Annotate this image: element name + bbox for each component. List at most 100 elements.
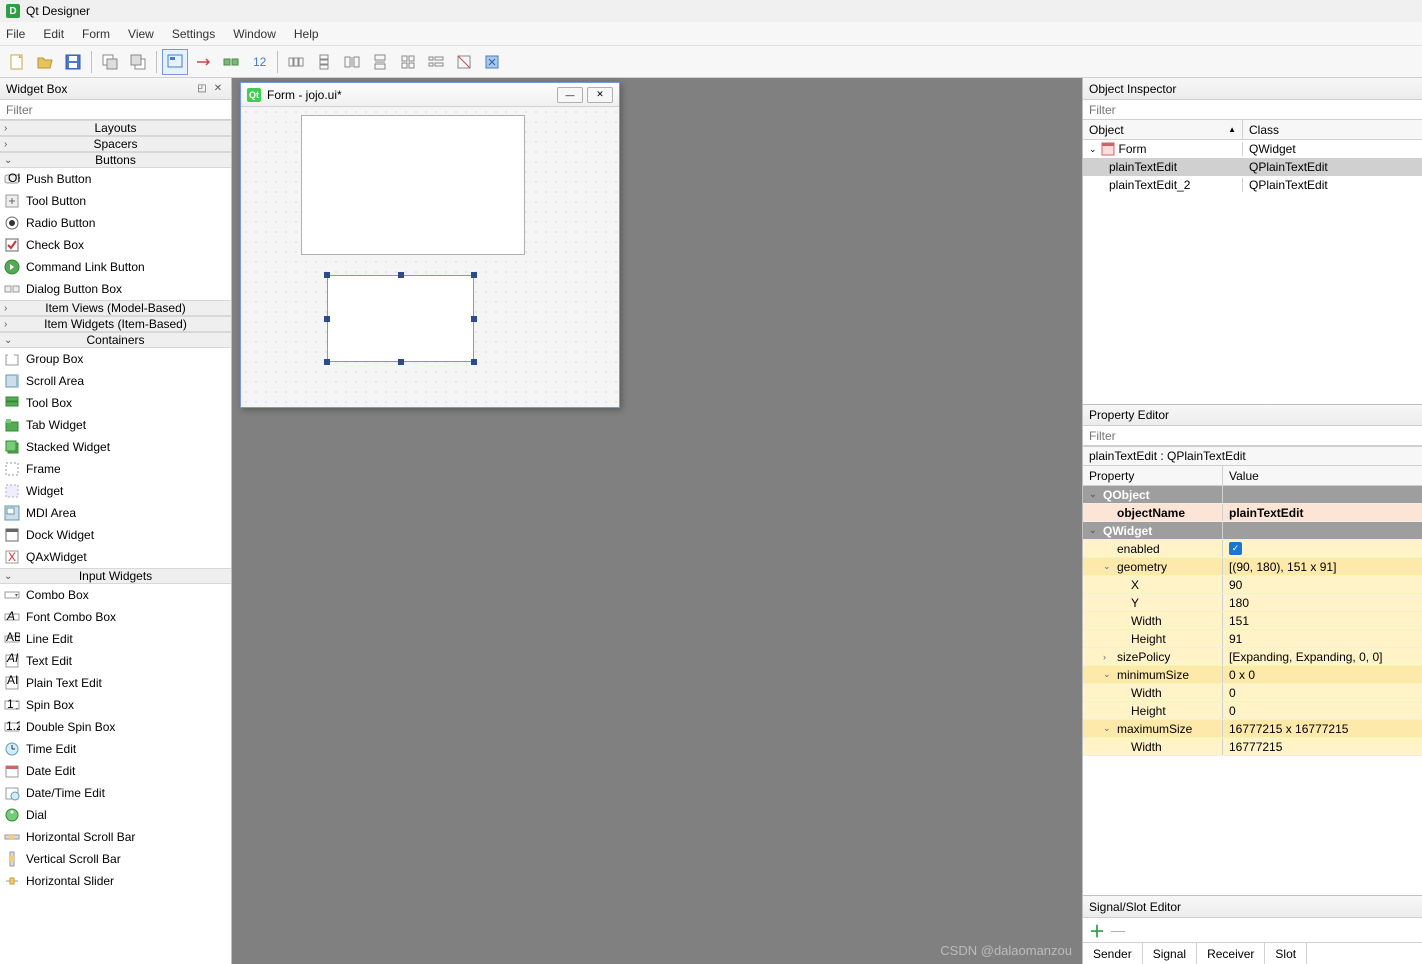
property-row[interactable]: ⌄minimumSize0 x 0 [1083, 666, 1422, 684]
property-row[interactable]: objectNameplainTextEdit [1083, 504, 1422, 522]
edit-widgets-icon[interactable] [162, 49, 188, 75]
wb-item[interactable]: Group Box [0, 348, 231, 370]
remove-signal-icon[interactable]: — [1111, 922, 1125, 938]
menu-form[interactable]: Form [82, 27, 110, 41]
undock-icon[interactable]: ◰ [195, 82, 209, 96]
layout-form-icon[interactable] [423, 49, 449, 75]
wb-item[interactable]: ABILine Edit [0, 628, 231, 650]
wb-item[interactable]: Command Link Button [0, 256, 231, 278]
wb-item[interactable]: Widget [0, 480, 231, 502]
wb-category[interactable]: ⌄Input Widgets [0, 568, 231, 584]
property-row[interactable]: ⌄QWidget [1083, 522, 1422, 540]
property-row[interactable]: enabled✓ [1083, 540, 1422, 558]
wb-category[interactable]: ›Layouts [0, 120, 231, 136]
wb-item[interactable]: Tab Widget [0, 414, 231, 436]
pe-col-value[interactable]: Value [1223, 466, 1265, 485]
layout-vertical-icon[interactable] [311, 49, 337, 75]
wb-item[interactable]: Vertical Scroll Bar [0, 848, 231, 870]
wb-item[interactable]: 1Spin Box [0, 694, 231, 716]
save-file-icon[interactable] [60, 49, 86, 75]
wb-item[interactable]: Dial [0, 804, 231, 826]
wb-item[interactable]: AIPlain Text Edit [0, 672, 231, 694]
property-row[interactable]: Width16777215 [1083, 738, 1422, 756]
wb-item[interactable]: OKPush Button [0, 168, 231, 190]
property-row[interactable]: ⌄maximumSize16777215 x 16777215 [1083, 720, 1422, 738]
menu-edit[interactable]: Edit [43, 27, 64, 41]
widget-box-filter[interactable] [0, 100, 231, 120]
wb-item[interactable]: Horizontal Slider [0, 870, 231, 892]
wb-item[interactable]: XQAxWidget [0, 546, 231, 568]
wb-item[interactable]: Dock Widget [0, 524, 231, 546]
property-row[interactable]: Width151 [1083, 612, 1422, 630]
plaintextedit-widget-2-selected[interactable] [327, 275, 474, 362]
canvas[interactable]: Qt Form - jojo.ui* — ✕ [232, 78, 1082, 964]
wb-item[interactable]: Combo Box [0, 584, 231, 606]
edit-signals-icon[interactable] [190, 49, 216, 75]
property-row[interactable]: ⌄QObject [1083, 486, 1422, 504]
property-row[interactable]: ⌄geometry[(90, 180), 151 x 91] [1083, 558, 1422, 576]
object-tree-row[interactable]: plainTextEditQPlainTextEdit [1083, 158, 1422, 176]
object-inspector-filter[interactable] [1083, 100, 1422, 120]
widget-box-list[interactable]: ›Layouts›Spacers⌄ButtonsOKPush ButtonToo… [0, 120, 231, 964]
close-form-icon[interactable]: ✕ [587, 87, 613, 103]
wb-item[interactable]: Date Edit [0, 760, 231, 782]
wb-item[interactable]: Frame [0, 458, 231, 480]
pe-col-property[interactable]: Property [1083, 466, 1223, 485]
menu-window[interactable]: Window [233, 27, 276, 41]
send-to-back-icon[interactable] [97, 49, 123, 75]
wb-category[interactable]: ›Item Widgets (Item-Based) [0, 316, 231, 332]
adjust-size-icon[interactable] [479, 49, 505, 75]
wb-category[interactable]: ⌄Containers [0, 332, 231, 348]
property-rows[interactable]: ⌄QObjectobjectNameplainTextEdit⌄QWidgete… [1083, 486, 1422, 756]
property-row[interactable]: X90 [1083, 576, 1422, 594]
property-row[interactable]: Y180 [1083, 594, 1422, 612]
open-file-icon[interactable] [32, 49, 58, 75]
wb-item[interactable]: Time Edit [0, 738, 231, 760]
form-titlebar[interactable]: Qt Form - jojo.ui* — ✕ [241, 83, 619, 107]
property-editor-filter[interactable] [1083, 426, 1422, 446]
wb-item[interactable]: Radio Button [0, 212, 231, 234]
wb-item[interactable]: MDI Area [0, 502, 231, 524]
wb-item[interactable]: Stacked Widget [0, 436, 231, 458]
property-row[interactable]: Height91 [1083, 630, 1422, 648]
wb-item[interactable]: Date/Time Edit [0, 782, 231, 804]
layout-horiz-splitter-icon[interactable] [339, 49, 365, 75]
property-row[interactable]: ›sizePolicy[Expanding, Expanding, 0, 0] [1083, 648, 1422, 666]
bring-to-front-icon[interactable] [125, 49, 151, 75]
wb-item[interactable]: Check Box [0, 234, 231, 256]
menu-view[interactable]: View [128, 27, 154, 41]
oi-col-class[interactable]: Class [1243, 120, 1285, 139]
minimize-icon[interactable]: — [557, 87, 583, 103]
form-window[interactable]: Qt Form - jojo.ui* — ✕ [240, 82, 620, 408]
sse-col-signal[interactable]: Signal [1143, 943, 1197, 964]
object-tree-row[interactable]: plainTextEdit_2QPlainTextEdit [1083, 176, 1422, 194]
wb-item[interactable]: Dialog Button Box [0, 278, 231, 300]
layout-horizontal-icon[interactable] [283, 49, 309, 75]
oi-col-object[interactable]: Object▲ [1083, 120, 1243, 139]
wb-item[interactable]: AIText Edit [0, 650, 231, 672]
sse-col-receiver[interactable]: Receiver [1197, 943, 1265, 964]
menu-file[interactable]: File [6, 27, 25, 41]
edit-buddies-icon[interactable] [218, 49, 244, 75]
wb-category[interactable]: ›Item Views (Model-Based) [0, 300, 231, 316]
menu-help[interactable]: Help [294, 27, 319, 41]
wb-item[interactable]: Horizontal Scroll Bar [0, 826, 231, 848]
close-icon[interactable]: ✕ [211, 82, 225, 96]
object-tree-row[interactable]: ⌄FormQWidget [1083, 140, 1422, 158]
break-layout-icon[interactable] [451, 49, 477, 75]
property-row[interactable]: Width0 [1083, 684, 1422, 702]
property-row[interactable]: Height0 [1083, 702, 1422, 720]
menu-settings[interactable]: Settings [172, 27, 215, 41]
wb-item[interactable]: 1.2Double Spin Box [0, 716, 231, 738]
wb-item[interactable]: Tool Box [0, 392, 231, 414]
wb-item[interactable]: Scroll Area [0, 370, 231, 392]
new-file-icon[interactable] [4, 49, 30, 75]
sse-col-slot[interactable]: Slot [1265, 943, 1307, 964]
sse-col-sender[interactable]: Sender [1083, 943, 1143, 964]
plaintextedit-widget-1[interactable] [301, 115, 525, 255]
layout-grid-icon[interactable] [395, 49, 421, 75]
add-signal-icon[interactable]: ＋ [1089, 918, 1105, 942]
layout-vert-splitter-icon[interactable] [367, 49, 393, 75]
edit-tab-order-icon[interactable]: 12 [246, 49, 272, 75]
wb-item[interactable]: AFont Combo Box [0, 606, 231, 628]
